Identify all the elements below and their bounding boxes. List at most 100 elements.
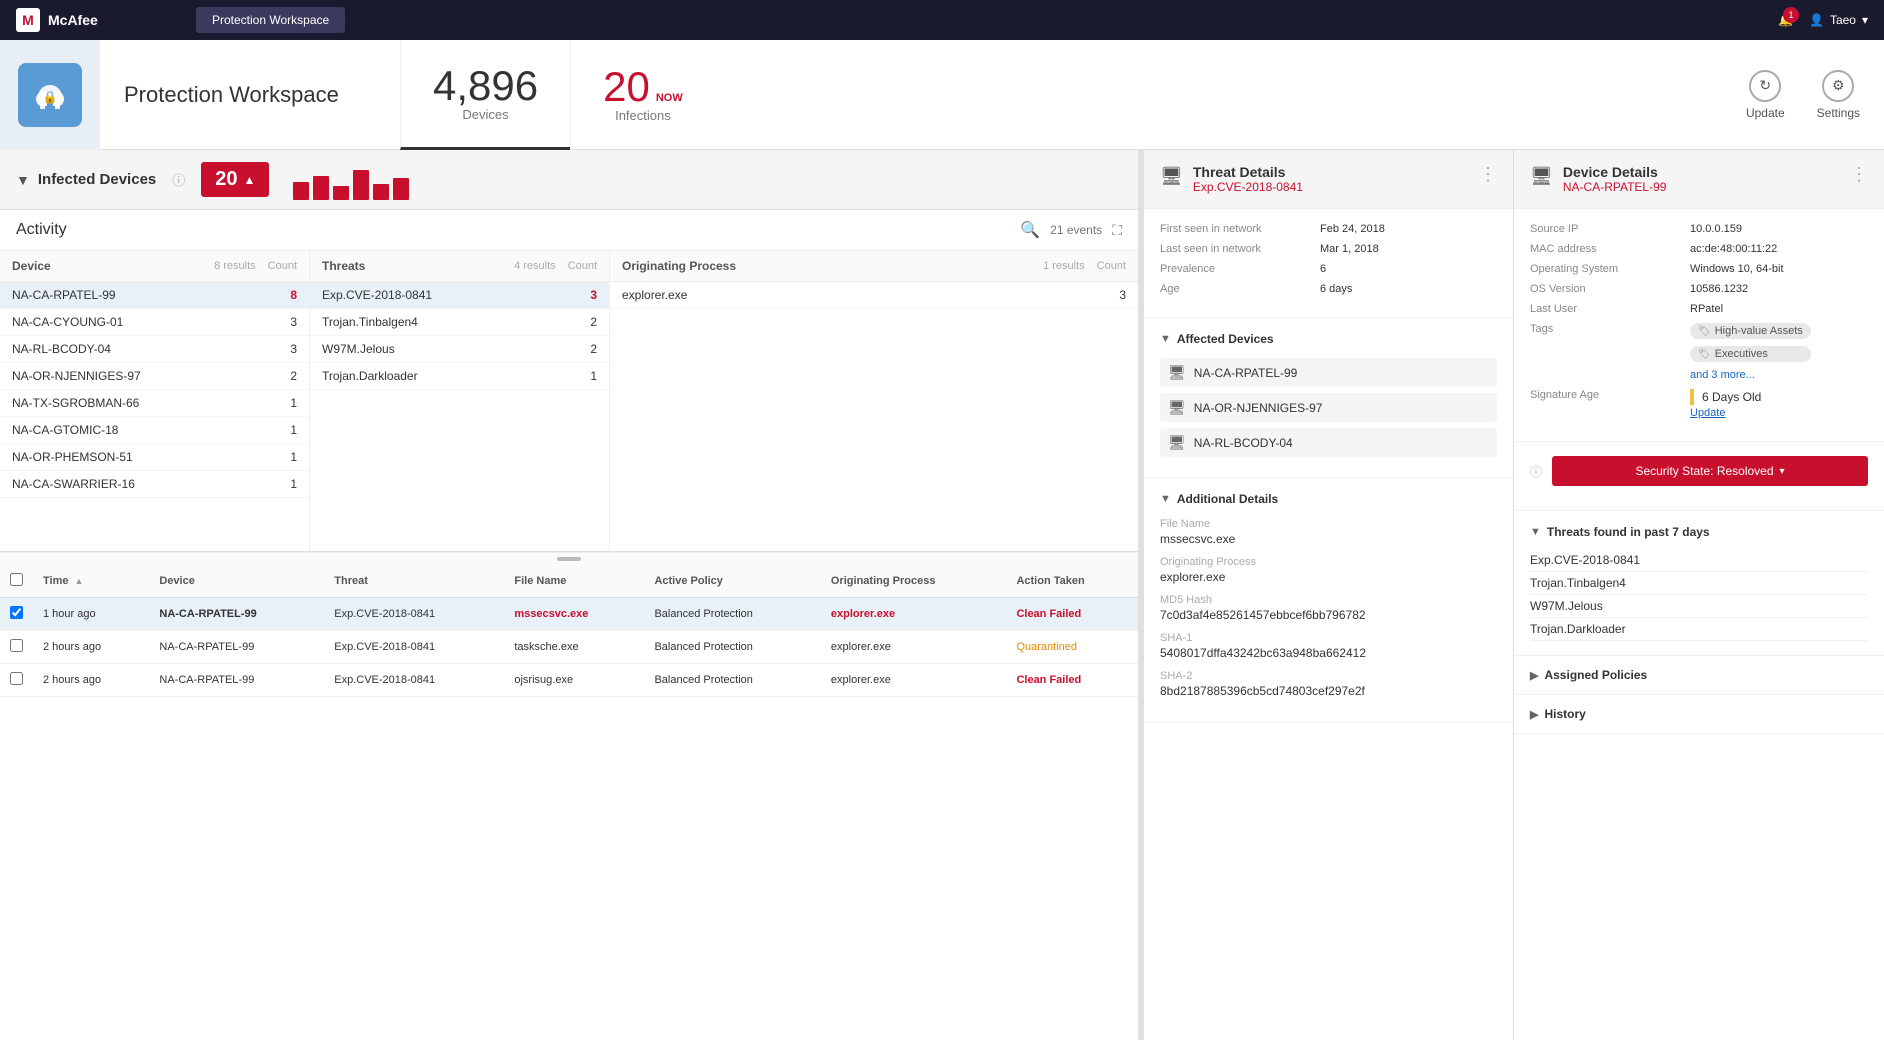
history-section[interactable]: ▶ History: [1514, 695, 1884, 734]
sha2-detail-value: 8bd2187885396cb5cd74803cef297e2f: [1160, 684, 1497, 698]
device-name-7: NA-CA-SWARRIER-16: [12, 477, 269, 491]
age-label: Age: [1160, 283, 1320, 295]
event-row-2[interactable]: 2 hours ago NA-CA-RPATEL-99 Exp.CVE-2018…: [0, 664, 1138, 697]
process-results-count: 1 results: [1043, 260, 1085, 272]
device-row-7[interactable]: NA-CA-SWARRIER-16 1: [0, 471, 309, 498]
event-checkbox-0[interactable]: [0, 598, 33, 631]
affected-devices-toggle[interactable]: ▼ Affected Devices: [1160, 332, 1497, 346]
devices-count: 4,896: [433, 65, 538, 107]
infected-devices-label: Infected Devices: [38, 171, 156, 188]
event-device-2: NA-CA-RPATEL-99: [149, 664, 324, 697]
select-all-checkbox-header[interactable]: [0, 565, 33, 598]
security-state-info-icon[interactable]: ⓘ: [1530, 463, 1542, 480]
workspace-icon: 🔒: [18, 63, 82, 127]
left-panel: ▼ Infected Devices ⓘ 20 ▲ Activity 🔍: [0, 150, 1138, 1040]
device-count-2: 3: [277, 342, 297, 356]
event-row-1[interactable]: 2 hours ago NA-CA-RPATEL-99 Exp.CVE-2018…: [0, 631, 1138, 664]
device-monitor-icon-2: 🖥: [1168, 434, 1186, 451]
threat-row-2[interactable]: W97M.Jelous 2: [310, 336, 609, 363]
spark-bar-2: [313, 176, 329, 200]
activity-expand-icon[interactable]: ⛶: [1112, 222, 1122, 239]
first-seen-value: Feb 24, 2018: [1320, 223, 1385, 235]
source-ip-value: 10.0.0.159: [1690, 223, 1742, 235]
threat-row-3[interactable]: Trojan.Darkloader 1: [310, 363, 609, 390]
spark-bar-6: [393, 178, 409, 200]
infected-devices-info-icon[interactable]: ⓘ: [172, 170, 185, 189]
signature-update-link[interactable]: Update: [1690, 407, 1725, 419]
process-row-0[interactable]: explorer.exe 3: [610, 282, 1138, 309]
workspace-title: Protection Workspace: [100, 82, 400, 108]
prevalence-row: Prevalence 6: [1160, 263, 1497, 275]
assigned-policies-label: Assigned Policies: [1544, 668, 1647, 682]
device-row-3[interactable]: NA-OR-NJENNIGES-97 2: [0, 363, 309, 390]
device-row-2[interactable]: NA-RL-BCODY-04 3: [0, 336, 309, 363]
originating-process-detail-label: Originating Process: [1160, 556, 1497, 568]
threat-panel-menu-icon[interactable]: ⋮: [1479, 164, 1497, 185]
infections-stat-block[interactable]: 20 NOW Infections: [570, 40, 715, 150]
update-icon: ↻: [1749, 70, 1781, 102]
update-button[interactable]: ↻ Update: [1746, 70, 1785, 120]
threat-row-1[interactable]: Trojan.Tinbalgen4 2: [310, 309, 609, 336]
affected-device-2[interactable]: 🖥 NA-RL-BCODY-04: [1160, 428, 1497, 457]
history-title: ▶ History: [1530, 707, 1868, 721]
event-row-0[interactable]: 1 hour ago NA-CA-RPATEL-99 Exp.CVE-2018-…: [0, 598, 1138, 631]
additional-details-section: ▼ Additional Details File Name mssecsvc.…: [1144, 478, 1513, 723]
threats-found-toggle[interactable]: ▼ Threats found in past 7 days: [1530, 525, 1868, 539]
tag-badge-0: 🏷 High-value Assets: [1690, 323, 1811, 339]
event-checkbox-1[interactable]: [0, 631, 33, 664]
devices-stat-block[interactable]: 4,896 Devices: [400, 40, 570, 150]
update-label: Update: [1746, 106, 1785, 120]
device-panel-menu-icon[interactable]: ⋮: [1850, 164, 1868, 185]
threat-row-0[interactable]: Exp.CVE-2018-0841 3: [310, 282, 609, 309]
device-row-4[interactable]: NA-TX-SGROBMAN-66 1: [0, 390, 309, 417]
device-name-4: NA-TX-SGROBMAN-66: [12, 396, 269, 410]
device-name-6: NA-OR-PHEMSON-51: [12, 450, 269, 464]
user-menu-button[interactable]: 👤 Taeo ▾: [1809, 13, 1868, 27]
threat-panel-header: 🖥 Threat Details Exp.CVE-2018-0841 ⋮: [1144, 150, 1513, 209]
and-more-link[interactable]: and 3 more...: [1690, 369, 1811, 381]
affected-device-0[interactable]: 🖥 NA-CA-RPATEL-99: [1160, 358, 1497, 387]
event-select-2[interactable]: [10, 672, 23, 685]
notification-count-badge: 1: [1783, 7, 1799, 23]
device-count-3: 2: [277, 369, 297, 383]
sha1-detail-value: 5408017dffa43242bc63a948ba662412: [1160, 646, 1497, 660]
device-monitor-icon-1: 🖥: [1168, 399, 1186, 416]
events-table: Time ▲ Device Threat File Name Active Po…: [0, 565, 1138, 697]
originating-process-detail-value: explorer.exe: [1160, 570, 1497, 584]
threat-col-label: Threat: [334, 575, 368, 587]
age-row: Age 6 days: [1160, 283, 1497, 295]
tags-row: Tags 🏷 High-value Assets 🏷 Executives an…: [1530, 323, 1868, 381]
threat-info-section: First seen in network Feb 24, 2018 Last …: [1144, 209, 1513, 318]
device-row-1[interactable]: NA-CA-CYOUNG-01 3: [0, 309, 309, 336]
device-name-1: NA-CA-CYOUNG-01: [12, 315, 269, 329]
last-user-row: Last User RPatel: [1530, 303, 1868, 315]
event-checkbox-2[interactable]: [0, 664, 33, 697]
nav-tab-protection-workspace[interactable]: Protection Workspace: [196, 7, 345, 33]
affected-devices-chevron-icon: ▼: [1160, 333, 1171, 345]
device-row-6[interactable]: NA-OR-PHEMSON-51 1: [0, 444, 309, 471]
device-monitor-icon-0: 🖥: [1168, 364, 1186, 381]
mcafee-logo-text: McAfee: [48, 12, 98, 28]
assigned-policies-section[interactable]: ▶ Assigned Policies: [1514, 656, 1884, 695]
event-filename-2: ojsrisug.exe: [504, 664, 644, 697]
settings-button[interactable]: ⚙ Settings: [1817, 70, 1860, 120]
filename-col-header: File Name: [504, 565, 644, 598]
infected-devices-toggle[interactable]: ▼ Infected Devices: [16, 171, 156, 188]
event-select-0[interactable]: [10, 606, 23, 619]
infections-now-badge: NOW: [656, 92, 683, 104]
select-all-checkbox[interactable]: [10, 573, 23, 586]
device-row-5[interactable]: NA-CA-GTOMIC-18 1: [0, 417, 309, 444]
additional-details-toggle[interactable]: ▼ Additional Details: [1160, 492, 1497, 506]
device-name-0: NA-CA-RPATEL-99: [12, 288, 269, 302]
mac-row: MAC address ac:de:48:00:11:22: [1530, 243, 1868, 255]
time-col-header[interactable]: Time ▲: [33, 565, 149, 598]
activity-search-icon[interactable]: 🔍: [1020, 220, 1040, 240]
security-state-button[interactable]: Security State: Resoloved ▾: [1552, 456, 1868, 486]
tag-icon-1: 🏷: [1698, 349, 1711, 360]
affected-device-name-0: NA-CA-RPATEL-99: [1194, 366, 1298, 380]
threat-panel-header-text: Threat Details Exp.CVE-2018-0841: [1193, 164, 1479, 194]
notification-bell-button[interactable]: 🔔 1: [1778, 13, 1793, 27]
event-select-1[interactable]: [10, 639, 23, 652]
device-row-0[interactable]: NA-CA-RPATEL-99 8: [0, 282, 309, 309]
affected-device-1[interactable]: 🖥 NA-OR-NJENNIGES-97: [1160, 393, 1497, 422]
